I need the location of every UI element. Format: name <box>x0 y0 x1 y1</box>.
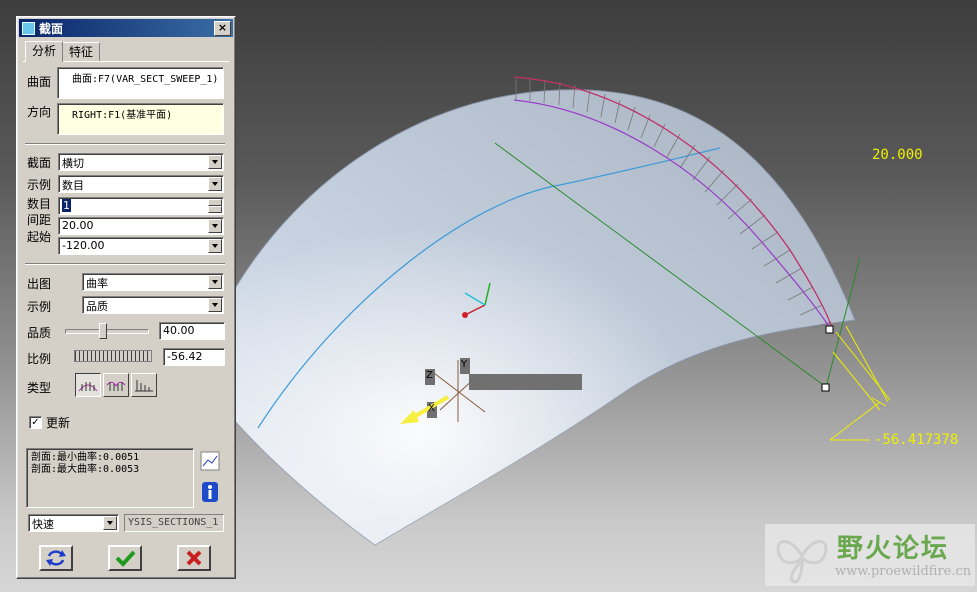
offset-comb-icon <box>135 380 153 392</box>
slider-track <box>65 329 149 334</box>
update-checkbox[interactable]: ✓ <box>29 416 42 429</box>
quality-field[interactable]: 40.00 <box>159 322 225 340</box>
close-icon <box>186 550 202 566</box>
count-label: 数目 <box>27 197 52 211</box>
scale-wheel[interactable] <box>74 350 152 362</box>
tab-analysis[interactable]: 分析 <box>25 41 64 62</box>
dimension-scale-value[interactable]: -56.417378 <box>874 432 958 448</box>
app-icon <box>22 22 35 35</box>
example2-value: 品质 <box>86 300 108 313</box>
update-label: 更新 <box>46 416 71 430</box>
results-panel: 剖面:最小曲率:0.0051 剖面:最大曲率:0.0053 <box>26 448 194 508</box>
chevron-down-icon[interactable] <box>103 516 117 530</box>
scale-label: 比例 <box>27 352 52 366</box>
quality-label: 品质 <box>27 326 52 340</box>
mode-value: 快速 <box>32 518 54 531</box>
type-label: 类型 <box>27 381 52 395</box>
scale-value: -56.42 <box>167 350 203 363</box>
mode-select[interactable]: 快速 <box>28 514 119 532</box>
analysis-name-value: YSIS_SECTIONS_1 <box>128 517 219 528</box>
csys-z-label: Z <box>426 370 433 381</box>
tab-feature[interactable]: 特征 <box>62 42 101 61</box>
slider-thumb[interactable] <box>99 323 107 339</box>
tab-feature-label: 特征 <box>69 45 94 59</box>
tab-analysis-label: 分析 <box>32 44 57 58</box>
cancel-button[interactable] <box>177 545 211 571</box>
start-value: -120.00 <box>62 239 105 252</box>
quality-value: 40.00 <box>163 324 195 337</box>
direction-label: 方向 <box>27 105 52 119</box>
dialog-title: 截面 <box>39 22 64 36</box>
obscured-tag <box>469 374 582 390</box>
example2-label: 示例 <box>27 300 52 314</box>
section-type-label: 截面 <box>27 156 52 170</box>
csys-y-label: Y <box>461 359 468 370</box>
offset-type-button[interactable] <box>131 373 157 397</box>
section-type-value: 横切 <box>62 157 84 170</box>
direction-collector[interactable]: RIGHT:F1(基准平面) <box>57 103 224 135</box>
dialog-titlebar[interactable]: 截面 × <box>19 19 233 37</box>
surface-collector[interactable]: 曲面:F7(VAR_SECT_SWEEP_1) <box>57 67 224 99</box>
surface-value: 曲面:F7(VAR_SECT_SWEEP_1) <box>72 74 219 85</box>
info-icon[interactable] <box>200 481 220 502</box>
chevron-down-icon[interactable] <box>208 177 222 191</box>
section-analysis-dialog: 截面 × 分析 特征 曲面 曲面:F7(VAR_SECT_SWEEP_1) 方向… <box>16 16 236 579</box>
radius-type-button[interactable] <box>103 373 129 397</box>
example-label: 示例 <box>27 178 52 192</box>
scale-field[interactable]: -56.42 <box>163 348 225 366</box>
direction-value: RIGHT:F1(基准平面) <box>72 110 173 121</box>
butterfly-logo-icon <box>776 540 828 584</box>
chevron-down-icon[interactable] <box>208 298 222 312</box>
watermark-name: 野火论坛 <box>837 534 950 564</box>
result-max-curvature: 剖面:最大曲率:0.0053 <box>31 464 140 475</box>
analysis-name-field[interactable]: YSIS_SECTIONS_1 <box>124 514 224 532</box>
watermark: 野火论坛 www.proewildfire.cn <box>765 524 975 586</box>
curvature-comb-icon <box>78 382 98 392</box>
plot-label: 出图 <box>27 277 52 291</box>
repeat-button[interactable] <box>39 545 73 571</box>
repeat-icon <box>46 550 66 566</box>
result-min-curvature: 剖面:最小曲率:0.0051 <box>31 452 140 463</box>
watermark-url: www.proewildfire.cn <box>835 564 972 579</box>
start-label: 起始 <box>27 230 52 244</box>
divider <box>25 143 225 145</box>
spacing-value: 20.00 <box>62 219 94 232</box>
start-field[interactable]: -120.00 <box>58 237 224 255</box>
check-icon: ✓ <box>31 417 40 428</box>
divider <box>25 263 225 265</box>
spin-down-icon[interactable] <box>208 206 222 213</box>
drag-handle-top <box>825 325 834 334</box>
chevron-down-icon[interactable] <box>208 219 222 233</box>
spacing-label: 间距 <box>27 213 52 227</box>
dimension-top-value: 20.000 <box>872 147 923 163</box>
curvature-type-button[interactable] <box>75 373 101 397</box>
check-icon <box>115 550 136 567</box>
plot-select[interactable]: 曲率 <box>82 273 224 291</box>
close-icon[interactable]: × <box>214 21 231 36</box>
chevron-down-icon[interactable] <box>208 155 222 169</box>
chevron-down-icon[interactable] <box>208 275 222 289</box>
graph-icon[interactable] <box>200 451 220 471</box>
quality-slider[interactable] <box>65 323 149 339</box>
plot-value: 曲率 <box>86 277 108 290</box>
count-stepper[interactable]: 1 <box>58 197 224 215</box>
ok-button[interactable] <box>108 545 142 571</box>
count-value: 1 <box>62 199 71 212</box>
spin-up-icon[interactable] <box>208 199 222 206</box>
example2-select[interactable]: 品质 <box>82 296 224 314</box>
example-select[interactable]: 数目 <box>58 175 224 193</box>
spacing-field[interactable]: 20.00 <box>58 217 224 235</box>
chevron-down-icon[interactable] <box>208 239 222 253</box>
example-value: 数目 <box>62 179 84 192</box>
scale-dimension <box>829 325 891 441</box>
section-type-select[interactable]: 横切 <box>58 153 224 171</box>
surface-label: 曲面 <box>27 75 52 89</box>
csys-x-label: X <box>428 403 435 414</box>
radius-comb-icon <box>106 381 126 391</box>
drag-handle-bottom <box>821 383 830 392</box>
